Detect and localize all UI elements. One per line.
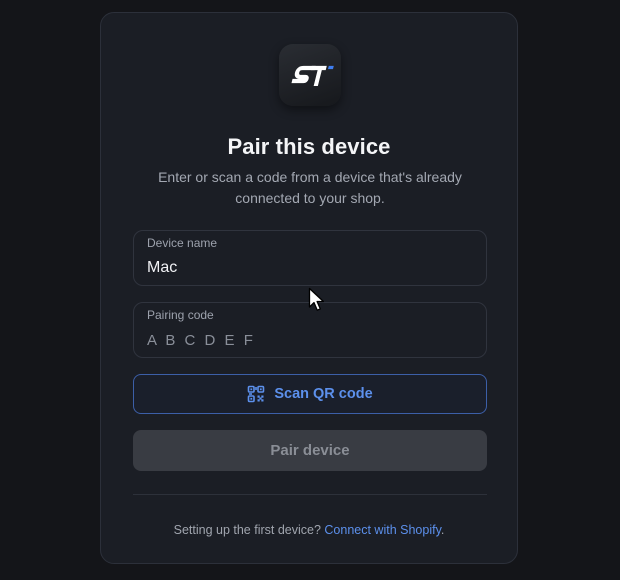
qr-scan-icon — [248, 385, 265, 403]
footer-prompt: Setting up the first device? — [173, 523, 321, 537]
page-subtitle: Enter or scan a code from a device that'… — [158, 169, 462, 206]
scan-qr-button[interactable]: Scan QR code — [133, 374, 487, 414]
device-name-label: Device name — [147, 236, 218, 250]
divider — [133, 494, 487, 495]
device-name-field[interactable]: Device name — [133, 230, 487, 286]
connect-shopify-link[interactable]: Connect with Shopify — [324, 523, 441, 537]
pair-device-button[interactable]: Pair device — [133, 430, 487, 471]
page-title: Pair this device — [227, 134, 391, 159]
mouse-cursor-icon — [308, 287, 325, 311]
pairing-code-input[interactable] — [147, 329, 467, 351]
app-logo-icon — [279, 44, 341, 106]
pair-device-label: Pair device — [270, 442, 350, 459]
device-name-input[interactable] — [147, 257, 467, 279]
scan-qr-label: Scan QR code — [274, 386, 373, 402]
footer-suffix: . — [440, 523, 445, 537]
pairing-code-label: Pairing code — [147, 308, 214, 322]
footer-text: Setting up the first device? Connect wit… — [101, 523, 517, 537]
